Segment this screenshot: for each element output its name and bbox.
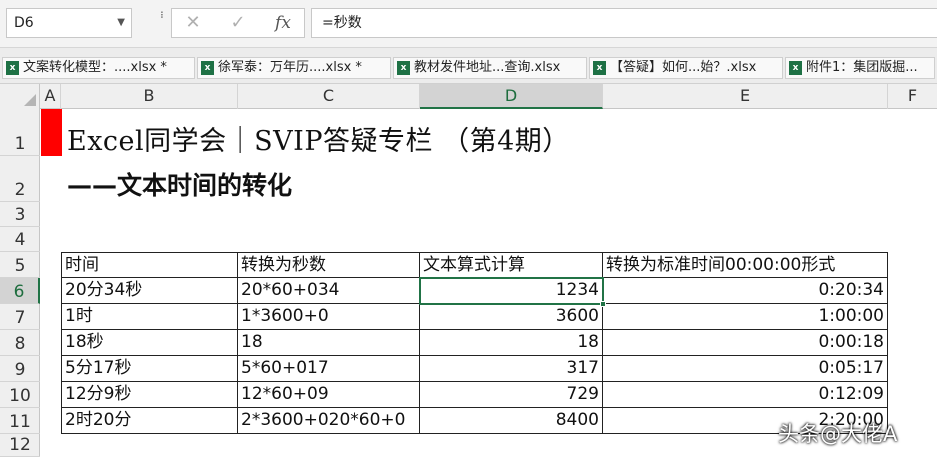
table-cell[interactable]: 0:00:18 — [603, 330, 888, 356]
spreadsheet-grid: A B C D E F 1 2 3 4 5 6 7 8 9 10 11 12 E… — [0, 84, 937, 457]
sheet-subtitle[interactable]: ——文本时间的转化 — [67, 166, 292, 202]
excel-file-icon: x — [789, 61, 802, 75]
row-header-4[interactable]: 4 — [0, 227, 40, 252]
table-cell[interactable]: 0:05:17 — [603, 356, 888, 382]
column-header-c[interactable]: C — [238, 84, 420, 109]
row-header-10[interactable]: 10 — [0, 382, 40, 408]
workbook-tab[interactable]: x 文案转化模型：....xlsx * — [2, 57, 195, 79]
table-cell[interactable]: 1*3600+0 — [238, 304, 420, 330]
table-cell[interactable]: 1:00:00 — [603, 304, 888, 330]
formula-input[interactable]: =秒数 — [311, 8, 937, 38]
table-cell[interactable]: 2*3600+020*60+0 — [238, 408, 420, 434]
name-box-value: D6 — [14, 15, 34, 31]
row-header-3[interactable]: 3 — [0, 202, 40, 227]
enter-icon[interactable]: ✓ — [223, 9, 253, 37]
row-header-1[interactable]: 1 — [0, 109, 40, 156]
select-all-icon — [24, 94, 36, 106]
workbook-tab[interactable]: x 附件1：集团版掘... — [785, 57, 935, 79]
table-cell[interactable]: 8400 — [420, 408, 603, 434]
column-header-a[interactable]: A — [40, 84, 61, 109]
excel-file-icon: x — [201, 61, 214, 75]
table-cell[interactable]: 1时 — [61, 304, 238, 330]
table-header-cell[interactable]: 转换为秒数 — [238, 252, 420, 278]
row-header-5[interactable]: 5 — [0, 252, 40, 278]
row-header-12[interactable]: 12 — [0, 434, 40, 457]
column-header-d[interactable]: D — [420, 84, 603, 109]
excel-file-icon: x — [397, 61, 410, 75]
table-cell[interactable]: 1234 — [420, 278, 603, 304]
table-cell[interactable]: 0:12:09 — [603, 382, 888, 408]
row-headers: 1 2 3 4 5 6 7 8 9 10 11 12 — [0, 109, 40, 457]
workbook-tab-bar: x 文案转化模型：....xlsx * x 徐军泰：万年历....xlsx * x教… — [0, 48, 937, 84]
table-cell[interactable]: 5分17秒 — [61, 356, 238, 382]
table-cell[interactable]: 12分9秒 — [61, 382, 238, 408]
table-cell[interactable]: 5*60+017 — [238, 356, 420, 382]
workbook-tab[interactable]: x 教材发件地址...查询.xlsx — [393, 57, 587, 79]
select-all-corner[interactable] — [0, 84, 40, 109]
table-cell[interactable]: 0:20:34 — [603, 278, 888, 304]
row-header-11[interactable]: 11 — [0, 408, 40, 434]
table-header-cell[interactable]: 时间 — [61, 252, 238, 278]
table-cell[interactable]: 20分34秒 — [61, 278, 238, 304]
row-header-9[interactable]: 9 — [0, 356, 40, 382]
name-box[interactable]: D6 ▼ — [6, 8, 132, 38]
workbook-tab-label: 【答疑】如何...始？.xlsx — [610, 60, 757, 75]
column-headers: A B C D E F — [0, 84, 937, 109]
row-header-2[interactable]: 2 — [0, 156, 40, 202]
excel-file-icon: x — [593, 61, 606, 75]
formula-bar: D6 ▼ ··· ✕ ✓ fx =秒数 — [0, 0, 937, 48]
formula-buttons: ✕ ✓ fx — [171, 8, 305, 38]
table-cell[interactable]: 18秒 — [61, 330, 238, 356]
workbook-tab-label: 文案转化模型：....xlsx * — [23, 60, 167, 75]
table-cell[interactable]: 729 — [420, 382, 603, 408]
row-header-7[interactable]: 7 — [0, 304, 40, 330]
workbook-tab[interactable]: x 徐军泰：万年历....xlsx * — [197, 57, 391, 79]
excel-file-icon: x — [6, 61, 19, 75]
chevron-down-icon[interactable]: ▼ — [117, 9, 125, 37]
workbook-tab-label: 附件1：集团版掘... — [806, 60, 918, 75]
row-header-6[interactable]: 6 — [0, 278, 40, 304]
workbook-tab-label: 徐军泰：万年历....xlsx * — [218, 60, 362, 75]
table-cell[interactable]: 2时20分 — [61, 408, 238, 434]
cancel-icon[interactable]: ✕ — [178, 9, 208, 37]
column-header-e[interactable]: E — [603, 84, 888, 109]
watermark: 头条@大佬A — [778, 422, 898, 446]
table-cell[interactable]: 20*60+034 — [238, 278, 420, 304]
table-header-cell[interactable]: 转换为标准时间00:00:00形式 — [603, 252, 888, 278]
column-header-b[interactable]: B — [61, 84, 238, 109]
row-header-8[interactable]: 8 — [0, 330, 40, 356]
table-cell[interactable]: 317 — [420, 356, 603, 382]
workbook-tab-label: 教材发件地址...查询.xlsx — [414, 60, 561, 75]
sheet-title[interactable]: Excel同学会｜SVIP答疑专栏 （第4期） — [67, 119, 570, 158]
red-marker-cell[interactable] — [41, 109, 62, 156]
column-header-f[interactable]: F — [888, 84, 937, 109]
table-header-cell[interactable]: 文本算式计算 — [420, 252, 603, 278]
table-cell[interactable]: 3600 — [420, 304, 603, 330]
cell-area: Excel同学会｜SVIP答疑专栏 （第4期） ——文本时间的转化 时间 转换为… — [41, 109, 937, 457]
workbook-tab[interactable]: x 【答疑】如何...始？.xlsx — [589, 57, 783, 79]
insert-function-button[interactable]: fx — [268, 9, 298, 37]
table-cell[interactable]: 18 — [238, 330, 420, 356]
table-cell[interactable]: 18 — [420, 330, 603, 356]
table-cell[interactable]: 12*60+09 — [238, 382, 420, 408]
